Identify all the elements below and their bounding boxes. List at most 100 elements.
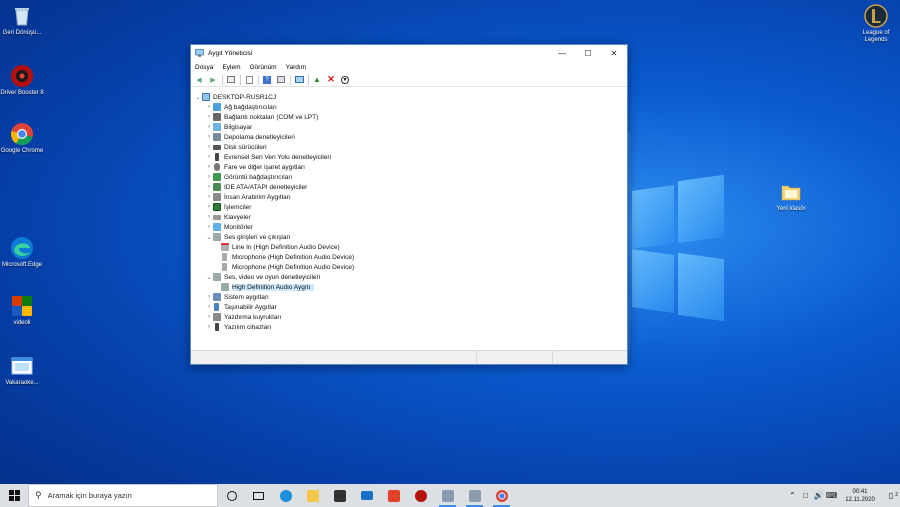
update-driver-button[interactable]: ▲ bbox=[312, 75, 322, 85]
tree-item-storage-controllers[interactable]: › Depolama denetleyicileri bbox=[205, 132, 295, 142]
grid-view-icon bbox=[227, 76, 235, 83]
tree-item-line-in[interactable]: Line In (High Definition Audio Device) bbox=[221, 242, 340, 252]
desktop-icon-new-folder[interactable]: Yeni klasör bbox=[769, 180, 813, 213]
network-icon[interactable]: □ bbox=[799, 491, 812, 500]
tree-item-display-adapters[interactable]: › Görüntü bağdaştırıcıları bbox=[205, 172, 292, 182]
chevron-right-icon[interactable]: › bbox=[205, 192, 213, 202]
tree-item-keyboards[interactable]: › Klavyeler bbox=[205, 212, 251, 222]
tree-item-microphone[interactable]: Microphone (High Definition Audio Device… bbox=[221, 252, 354, 262]
tree-item-ide-controllers[interactable]: › IDE ATA/ATAPI denetleyiciler bbox=[205, 182, 307, 192]
taskbar-office[interactable] bbox=[380, 484, 407, 507]
tree-item-sound-video-game-controllers[interactable]: ⌄ Ses, video ve oyun denetleyicileri bbox=[205, 272, 320, 282]
taskbar-edge[interactable] bbox=[272, 484, 299, 507]
tree-item-computer[interactable]: › Bilgisayar bbox=[205, 122, 252, 132]
tree-item-software-devices[interactable]: › Yazılım cihazları bbox=[205, 322, 271, 332]
speaker-icon bbox=[213, 233, 221, 241]
chevron-right-icon[interactable]: › bbox=[205, 132, 213, 142]
chevron-right-icon[interactable]: › bbox=[205, 102, 213, 112]
search-icon: ⚲ bbox=[35, 490, 42, 500]
input-indicator[interactable]: ⌨ bbox=[825, 491, 838, 500]
volume-icon[interactable]: 🔊 bbox=[812, 491, 825, 500]
tree-item-hid[interactable]: › İnsan Arabirim Aygıtları bbox=[205, 192, 291, 202]
taskbar-device-manager[interactable] bbox=[434, 484, 461, 507]
menu-gorunum[interactable]: Görünüm bbox=[250, 64, 277, 71]
chevron-right-icon[interactable]: › bbox=[205, 312, 213, 322]
menu-eylem[interactable]: Eylem bbox=[222, 64, 240, 71]
chevron-right-icon[interactable]: › bbox=[205, 182, 213, 192]
tree-root[interactable]: ⌄ DESKTOP-RUSR1CJ bbox=[194, 92, 276, 102]
properties-button[interactable] bbox=[244, 75, 254, 85]
chevron-right-icon[interactable]: › bbox=[205, 292, 213, 302]
tree-item-ports[interactable]: › Bağlantı noktaları (COM ve LPT) bbox=[205, 112, 318, 122]
tree-item-microphone[interactable]: Microphone (High Definition Audio Device… bbox=[221, 262, 354, 272]
desktop-icon-edge[interactable]: Microsoft Edge bbox=[0, 236, 44, 269]
taskbar-device-manager-2[interactable] bbox=[461, 484, 488, 507]
desktop-icon-league-of-legends[interactable]: League of Legends bbox=[854, 4, 898, 44]
taskbar-chrome[interactable] bbox=[488, 484, 515, 507]
tree-item-label: Ağ bağdaştırıcıları bbox=[224, 103, 277, 111]
desktop-icon-label: Yeni klasör bbox=[776, 206, 806, 212]
tree-item-audio-inputs-outputs[interactable]: ⌄ Ses girişleri ve çıkışları bbox=[205, 232, 290, 242]
tray-overflow-button[interactable]: ⌃ bbox=[786, 491, 799, 500]
taskbar-file-explorer[interactable] bbox=[299, 484, 326, 507]
minimize-button[interactable]: — bbox=[549, 45, 575, 61]
clock[interactable]: 00:41 12.11.2020 bbox=[838, 488, 882, 504]
taskbar-mail[interactable] bbox=[353, 484, 380, 507]
chevron-right-icon[interactable]: › bbox=[205, 322, 213, 332]
desktop-icon-videoll[interactable]: videoll bbox=[0, 294, 44, 327]
chevron-right-icon[interactable]: › bbox=[205, 152, 213, 162]
close-button[interactable]: ✕ bbox=[601, 45, 627, 61]
chevron-right-icon[interactable]: › bbox=[205, 302, 213, 312]
desktop-icon-vakaraoke[interactable]: Vakaraoke... bbox=[0, 354, 44, 387]
tree-item-portable-devices[interactable]: › Taşınabilir Aygıtlar bbox=[205, 302, 277, 312]
disable-device-button[interactable]: ▼ bbox=[340, 75, 350, 85]
tree-item-disk-drives[interactable]: › Disk sürücüleri bbox=[205, 142, 267, 152]
storage-controller-icon bbox=[213, 133, 221, 141]
tree-item-usb-controllers[interactable]: › Evrensel Seri Veri Yolu denetleyicileri bbox=[205, 152, 331, 162]
desktop-icon-recycle-bin[interactable]: Geri Dönüşü... bbox=[0, 4, 44, 37]
search-box[interactable]: ⚲ Aramak için buraya yazın bbox=[28, 484, 218, 507]
title-bar[interactable]: Aygıt Yöneticisi — ☐ ✕ bbox=[191, 45, 627, 61]
tree-item-system-devices[interactable]: › Sistem aygıtları bbox=[205, 292, 269, 302]
uninstall-device-button[interactable]: ✕ bbox=[326, 74, 336, 85]
menu-dosya[interactable]: Dosya bbox=[195, 64, 213, 71]
show-hidden-button[interactable] bbox=[276, 75, 286, 85]
chevron-down-icon[interactable]: ⌄ bbox=[205, 232, 213, 242]
device-manager-window[interactable]: Aygıt Yöneticisi — ☐ ✕ Dosya Eylem Görün… bbox=[190, 44, 628, 365]
chevron-right-icon[interactable]: › bbox=[205, 162, 213, 172]
tree-item-hd-audio-device[interactable]: High Definition Audio Aygıtı bbox=[221, 282, 315, 292]
help-button[interactable]: ? bbox=[262, 75, 272, 85]
tree-item-monitors[interactable]: › Monitörler bbox=[205, 222, 253, 232]
chevron-right-icon[interactable]: › bbox=[205, 202, 213, 212]
desktop-icon-chrome[interactable]: Google Chrome bbox=[0, 122, 44, 155]
chevron-down-icon[interactable]: ⌄ bbox=[194, 92, 202, 102]
speaker-icon bbox=[221, 283, 229, 291]
action-center-button[interactable]: ▯ 2 bbox=[882, 491, 900, 500]
taskbar-store[interactable] bbox=[326, 484, 353, 507]
menu-yardim[interactable]: Yardım bbox=[286, 64, 306, 71]
maximize-button[interactable]: ☐ bbox=[575, 45, 601, 61]
chevron-right-icon[interactable]: › bbox=[205, 212, 213, 222]
toolbar-separator bbox=[222, 74, 223, 85]
desktop-icon-driver-booster[interactable]: Driver Booster 8 bbox=[0, 64, 44, 97]
view-button[interactable] bbox=[226, 75, 236, 85]
tree-item-mice[interactable]: › Fare ve diğer işaret aygıtları bbox=[205, 162, 305, 172]
cortana-button[interactable] bbox=[218, 484, 245, 507]
chevron-right-icon[interactable]: › bbox=[205, 122, 213, 132]
chevron-right-icon[interactable]: › bbox=[205, 142, 213, 152]
tree-item-network-adapters[interactable]: › Ağ bağdaştırıcıları bbox=[205, 102, 277, 112]
chevron-right-icon[interactable]: › bbox=[205, 112, 213, 122]
scan-hardware-button[interactable] bbox=[294, 75, 304, 85]
tree-item-print-queues[interactable]: › Yazdırma kuyrukları bbox=[205, 312, 281, 322]
start-button[interactable] bbox=[0, 484, 28, 507]
forward-button[interactable]: ▶ bbox=[208, 75, 218, 85]
task-view-button[interactable] bbox=[245, 484, 272, 507]
driver-booster-icon bbox=[10, 64, 34, 88]
tree-item-processors[interactable]: › İşlemciler bbox=[205, 202, 251, 212]
chevron-down-icon[interactable]: ⌄ bbox=[205, 272, 213, 282]
status-pane bbox=[553, 351, 627, 364]
chevron-right-icon[interactable]: › bbox=[205, 172, 213, 182]
chevron-right-icon[interactable]: › bbox=[205, 222, 213, 232]
taskbar-driver-booster[interactable] bbox=[407, 484, 434, 507]
back-button[interactable]: ◀ bbox=[194, 75, 204, 85]
